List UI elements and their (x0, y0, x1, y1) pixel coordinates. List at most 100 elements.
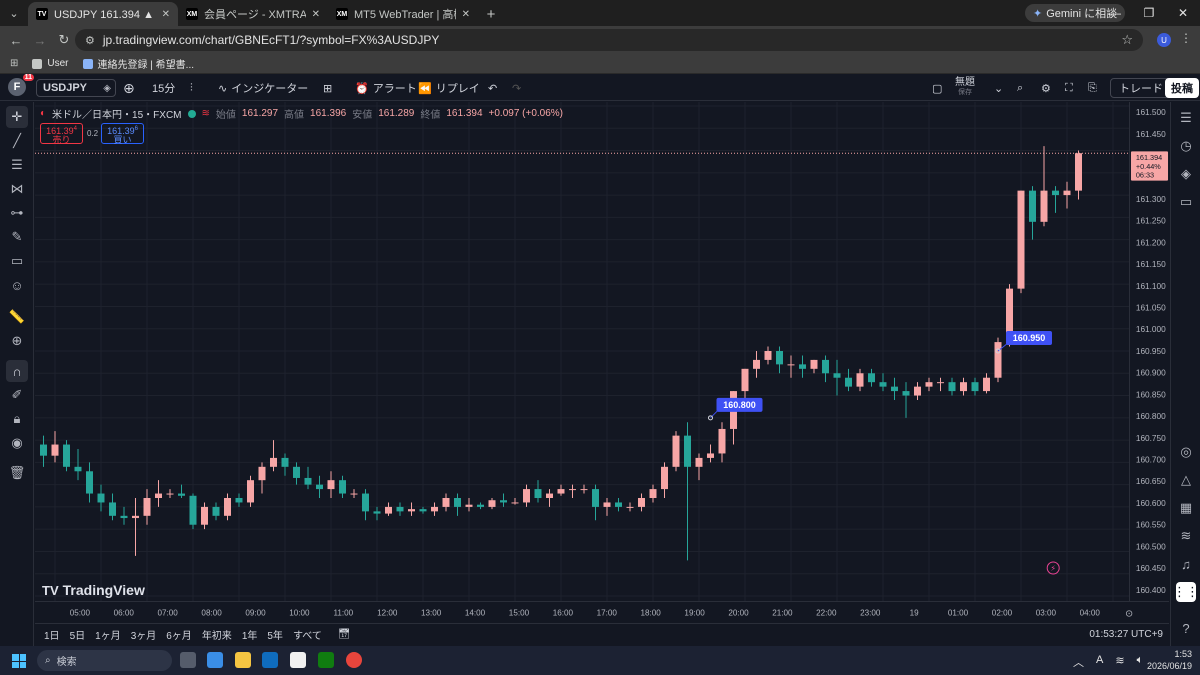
alert-button[interactable]: ⏰ アラート (355, 79, 417, 97)
magnet-icon[interactable]: ∩ (6, 360, 28, 382)
close-tab-icon[interactable]: ✕ (312, 9, 320, 20)
emoji-icon[interactable]: ☺ (6, 274, 28, 296)
xbox-icon[interactable] (318, 652, 334, 668)
symbol-search[interactable]: USDJPY ◈ (36, 79, 116, 97)
range-6m[interactable]: 6ヶ月 (161, 627, 197, 642)
chevron-down-icon[interactable]: ⌄ (994, 79, 1003, 97)
taskbar-clock[interactable]: 1:53 2026/06/19 (1147, 648, 1192, 672)
settings-gear-icon[interactable]: ⚙ (1041, 79, 1051, 97)
replay-button[interactable]: ⏪ リプレイ (418, 79, 480, 97)
outlook-icon[interactable] (262, 652, 278, 668)
triangle-icon[interactable]: △ (1176, 470, 1196, 490)
back-icon[interactable]: ← (4, 28, 28, 52)
chrome-menu-icon[interactable]: ⋮ (1180, 31, 1192, 45)
close-tab-icon[interactable]: ✕ (462, 9, 470, 20)
reload-icon[interactable]: ↻ (52, 28, 76, 52)
redo-icon[interactable]: ↷ (512, 79, 521, 97)
bookmark-star-icon[interactable]: ☆ (1121, 32, 1133, 48)
range-all[interactable]: すべて (288, 627, 327, 642)
document-icon[interactable] (290, 652, 306, 668)
layout-square-icon[interactable]: ▢ (932, 79, 942, 97)
user-avatar[interactable]: F 11 (8, 74, 34, 96)
price-axis[interactable]: 161.500161.450161.400161.350161.300161.2… (1129, 102, 1169, 601)
close-tab-icon[interactable]: ✕ (162, 9, 170, 20)
goto-date-icon[interactable]: 📅︎ (333, 629, 356, 640)
indicators-button[interactable]: ∿ インジケーター (218, 79, 308, 97)
windows-start-icon[interactable] (12, 654, 26, 668)
sell-button[interactable]: 161.394 売り (40, 123, 83, 145)
eye-icon[interactable]: ◉ (6, 432, 28, 454)
trash-icon[interactable]: 🗑︎ (6, 462, 28, 484)
broadcast-icon[interactable]: ≋ (1176, 526, 1196, 546)
tradingview-logo[interactable]: TV TradingView (42, 582, 145, 598)
fullscreen-icon[interactable]: ⛶ (1065, 79, 1073, 97)
task-view-icon[interactable] (180, 652, 196, 668)
chrome-icon[interactable] (346, 652, 362, 668)
snapshot-camera-icon[interactable]: ⎘ (1088, 79, 1097, 97)
stay-drawing-icon[interactable]: ✐ (6, 384, 28, 406)
close-window-icon[interactable]: ✕ (1166, 0, 1200, 26)
chevron-up-icon[interactable]: ︿ (1073, 654, 1084, 670)
url-bar[interactable]: ⚙ jp.tradingview.com/chart/GBNEcFT1/?sym… (75, 29, 1143, 51)
event-flash-icon[interactable]: ⚡ (1046, 561, 1060, 575)
help-icon[interactable]: ? (1176, 618, 1196, 638)
lock-icon[interactable]: 🔒︎ (6, 408, 28, 430)
buy-button[interactable]: 161.396 買い (101, 123, 144, 145)
trend-line-icon[interactable]: ╱ (6, 130, 28, 152)
layers-icon[interactable]: ◈ (1176, 164, 1196, 184)
site-info-icon[interactable]: ⚙ (85, 34, 95, 47)
range-1y[interactable]: 1年 (237, 627, 263, 642)
brush-icon[interactable]: ✎ (6, 226, 28, 248)
utc-clock[interactable]: 01:53:27 UTC+9 (1089, 629, 1163, 640)
time-axis[interactable]: 05:00 06:00 07:00 08:00 09:00 10:00 11:00 12:00… (35, 601, 1169, 623)
axis-settings-icon[interactable]: ⊙ (1125, 608, 1133, 619)
range-5y[interactable]: 5年 (262, 627, 288, 642)
file-explorer-icon[interactable] (235, 652, 251, 668)
photos-icon[interactable] (207, 652, 223, 668)
ime-indicator[interactable]: A (1096, 654, 1103, 670)
candle-type-icon[interactable]: ⫶ (190, 79, 193, 97)
apps-grid-icon[interactable]: ⊞ (10, 58, 18, 69)
taskbar-search[interactable]: ⌕ 検索 (37, 650, 172, 671)
browser-tab-mt5[interactable]: XM MT5 WebTrader | 高機能オンライ ✕ (328, 2, 478, 26)
wifi-icon[interactable]: ≋ (1115, 654, 1124, 670)
forecast-icon[interactable]: ⊶ (6, 202, 28, 224)
bookmark-user[interactable]: User (32, 58, 69, 69)
bell-icon[interactable]: ♫ (1176, 554, 1196, 574)
quick-search-icon[interactable]: ⌕ (1017, 79, 1023, 97)
calendar-icon[interactable]: ▦ (1176, 498, 1196, 518)
layout-title[interactable]: 無題 保存 (955, 78, 975, 98)
apps-grid-icon[interactable]: ⋮⋮ (1173, 582, 1199, 602)
ruler-icon[interactable]: 📏 (6, 306, 28, 328)
minimize-icon[interactable]: — (1098, 0, 1132, 26)
tab-search-icon[interactable]: ⌄ (0, 0, 28, 26)
pattern-icon[interactable]: ⋈ (6, 178, 28, 200)
browser-tab-xm[interactable]: XM 会員ページ - XMTRADING ✕ (178, 2, 328, 26)
range-3m[interactable]: 3ヶ月 (126, 627, 162, 642)
range-5d[interactable]: 5日 (65, 627, 91, 642)
volume-icon[interactable]: 🔈︎ (1137, 654, 1144, 670)
target-icon[interactable]: ◎ (1176, 442, 1196, 462)
range-1m[interactable]: 1ヶ月 (90, 627, 126, 642)
compare-symbol-icon[interactable]: ⊕ (123, 79, 135, 97)
chat-icon[interactable]: ▭ (1176, 192, 1196, 212)
watchlist-icon[interactable]: ☰ (1176, 108, 1196, 128)
instrument-title[interactable]: 米ドル／日本円・15・FXCM (52, 106, 181, 121)
price-chart[interactable]: 160.950 160.800 ⚡ (35, 102, 1129, 601)
post-button[interactable]: 投稿 (1165, 78, 1199, 98)
profile-avatar[interactable]: U (1157, 33, 1171, 47)
fib-levels-icon[interactable]: ☰ (6, 154, 28, 176)
text-note-icon[interactable]: ▭ (6, 250, 28, 272)
templates-icon[interactable]: ⊞ (323, 79, 332, 97)
browser-tab-tradingview[interactable]: TV USDJPY 161.394 ▲ +0.48% 無題 ✕ (28, 2, 178, 26)
range-1d[interactable]: 1日 (39, 627, 65, 642)
bookmark-contact[interactable]: 連絡先登録 | 希望書... (82, 56, 194, 71)
range-ytd[interactable]: 年初来 (197, 627, 237, 642)
trade-button[interactable]: トレード (1110, 78, 1172, 98)
price-callout[interactable]: 160.950 (995, 331, 1052, 354)
restore-icon[interactable]: ❐ (1132, 0, 1166, 26)
crosshair-icon[interactable]: ✛ (6, 106, 28, 128)
zoom-in-icon[interactable]: ⊕ (6, 330, 28, 352)
alerts-clock-icon[interactable]: ◷ (1176, 136, 1196, 156)
interval-button[interactable]: 15分 (152, 79, 175, 97)
